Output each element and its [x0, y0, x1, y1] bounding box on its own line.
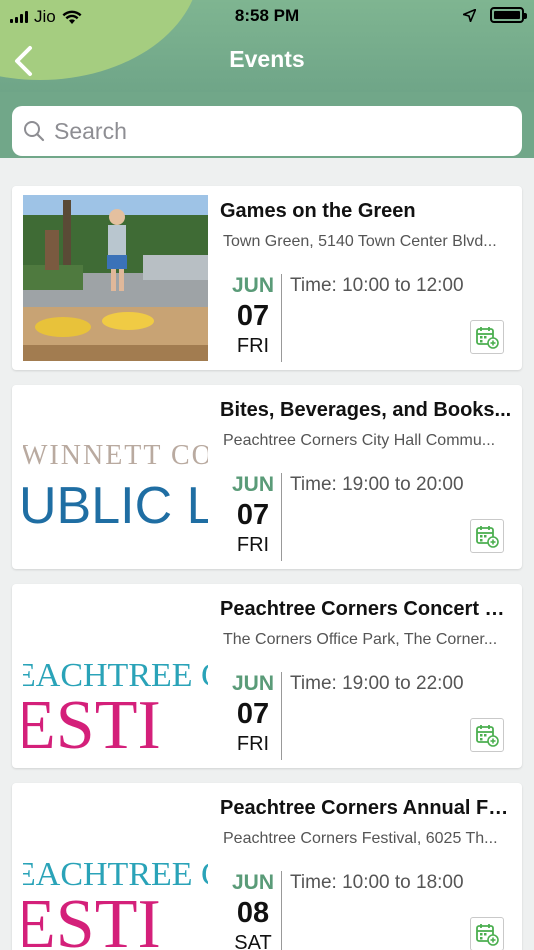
event-location: Peachtree Corners City Hall Commu...	[223, 432, 496, 449]
event-time: Time: 19:00 to 20:00	[290, 474, 464, 495]
logo-festival-text: ESTI	[23, 886, 161, 950]
event-info: Bites, Beverages, and Books... Peachtree…	[220, 399, 514, 450]
logo-line-2: ESTI	[23, 691, 161, 760]
event-card[interactable]: WINNETT CO UBLIC L Bites, Beverages, and…	[12, 385, 522, 569]
event-info: Games on the Green Town Green, 5140 Town…	[220, 200, 514, 251]
event-location: Town Green, 5140 Town Center Blvd...	[223, 233, 497, 250]
event-title: Bites, Beverages, and Books...	[220, 399, 512, 421]
event-title: Peachtree Corners Annual Fes...	[220, 797, 514, 819]
divider	[281, 672, 282, 760]
event-month: JUN	[231, 274, 274, 297]
event-card[interactable]: EACHTREE C ESTI Peachtree Corners Concer…	[12, 584, 522, 768]
calendar-add-icon	[476, 725, 499, 747]
add-to-calendar-button[interactable]	[470, 320, 504, 354]
event-card[interactable]: Games on the Green Town Green, 5140 Town…	[12, 186, 522, 370]
event-list: Games on the Green Town Green, 5140 Town…	[12, 186, 522, 950]
search-bar	[0, 92, 534, 158]
event-location: Peachtree Corners Festival, 6025 Th...	[223, 830, 498, 847]
status-bar: Jio 8:58 PM	[0, 0, 534, 32]
event-time: Time: 10:00 to 18:00	[290, 872, 464, 893]
search-field[interactable]	[12, 106, 522, 156]
calendar-add-icon	[476, 327, 499, 349]
event-weekday: FRI	[236, 733, 270, 755]
event-month: JUN	[231, 871, 274, 894]
event-date: JUN 08 SAT	[220, 871, 286, 950]
add-to-calendar-button[interactable]	[470, 519, 504, 553]
event-date: JUN 07 FRI	[220, 672, 286, 756]
status-right	[463, 7, 527, 23]
battery-icon	[490, 7, 527, 23]
event-date: JUN 07 FRI	[220, 274, 286, 358]
nav-bar: Events	[0, 32, 534, 90]
logo-line-2: ESTI	[23, 890, 161, 950]
add-to-calendar-button[interactable]	[470, 917, 504, 950]
event-logo-image: EACHTREE C ESTI	[23, 593, 208, 759]
search-icon	[24, 121, 45, 142]
event-day: 07	[236, 499, 270, 531]
logo-line-1: WINNETT CO	[23, 440, 208, 471]
page-title: Events	[229, 46, 305, 72]
event-day: 07	[236, 300, 270, 332]
logo-festival-text: ESTI	[23, 687, 161, 760]
search-input[interactable]	[54, 117, 494, 145]
event-day: 08	[236, 897, 270, 929]
divider	[281, 473, 282, 561]
event-time: Time: 19:00 to 22:00	[290, 673, 464, 694]
logo-line-2: UBLIC L	[23, 477, 208, 535]
event-logo-image: EACHTREE C ESTI	[23, 792, 208, 950]
calendar-add-icon	[476, 526, 499, 548]
event-info: Peachtree Corners Annual Fes... Peachtre…	[220, 797, 514, 848]
header: Jio 8:58 PM Events	[0, 0, 534, 92]
event-title: Games on the Green	[220, 200, 416, 222]
event-weekday: SAT	[234, 932, 272, 950]
event-time: Time: 10:00 to 12:00	[290, 275, 464, 296]
event-title: Peachtree Corners Concert &...	[220, 598, 514, 620]
event-weekday: FRI	[236, 335, 270, 357]
event-day: 07	[236, 698, 270, 730]
event-weekday: FRI	[236, 534, 270, 556]
add-to-calendar-button[interactable]	[470, 718, 504, 752]
location-arrow-icon	[463, 8, 476, 22]
event-month: JUN	[231, 672, 274, 695]
event-card[interactable]: EACHTREE C ESTI Peachtree Corners Annual…	[12, 783, 522, 950]
event-info: Peachtree Corners Concert &... The Corne…	[220, 598, 514, 649]
event-logo-image: WINNETT CO UBLIC L	[23, 394, 208, 560]
event-date: JUN 07 FRI	[220, 473, 286, 557]
calendar-add-icon	[476, 924, 499, 946]
clock: 8:58 PM	[234, 6, 300, 25]
event-month: JUN	[231, 473, 274, 496]
divider	[281, 871, 282, 950]
event-photo	[23, 195, 208, 361]
divider	[281, 274, 282, 362]
event-location: The Corners Office Park, The Corner...	[223, 631, 498, 648]
